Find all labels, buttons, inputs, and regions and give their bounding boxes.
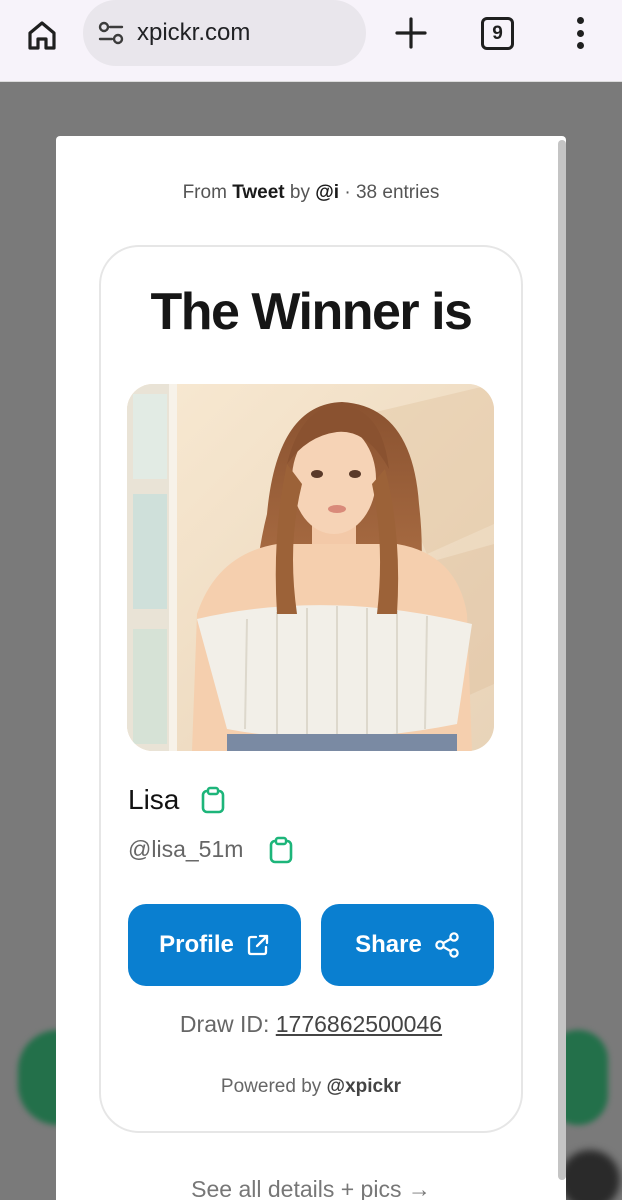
share-icon	[435, 932, 459, 958]
share-button-label: Share	[355, 931, 422, 958]
tab-switcher-button[interactable]: 9	[481, 17, 514, 50]
site-settings-icon[interactable]	[97, 19, 125, 47]
source-info: From Tweet by @i · 38 entries	[56, 182, 566, 204]
draw-id: Draw ID: 1776862500046	[99, 1011, 523, 1038]
entry-count: · 38 entries	[344, 182, 440, 203]
copy-handle-icon[interactable]	[268, 836, 294, 864]
profile-button-label: Profile	[159, 931, 234, 958]
source-user: @i	[315, 182, 340, 203]
source-by: by	[289, 182, 310, 203]
more-menu-icon[interactable]	[570, 14, 590, 52]
address-bar[interactable]: xpickr.com	[83, 0, 366, 66]
powered-by: Powered by @xpickr	[99, 1076, 523, 1098]
draw-id-link[interactable]: 1776862500046	[276, 1011, 442, 1037]
winner-name: Lisa	[128, 784, 180, 815]
background-avatar	[560, 1150, 620, 1200]
source-name: Tweet	[232, 182, 285, 203]
powered-prefix: Powered by	[220, 1076, 322, 1097]
share-button[interactable]: Share	[321, 904, 494, 986]
winner-photo	[127, 384, 494, 751]
tab-count: 9	[492, 22, 503, 44]
url-text: xpickr.com	[137, 19, 251, 46]
winner-heading: The Winner is	[150, 283, 473, 341]
see-all-details-link[interactable]: See all details + pics →	[56, 1176, 566, 1200]
external-link-icon	[247, 934, 268, 956]
winner-handle: @lisa_51m	[128, 836, 244, 862]
modal-scrollbar[interactable]	[558, 140, 566, 1180]
powered-brand-link[interactable]: @xpickr	[327, 1076, 402, 1097]
copy-name-icon[interactable]	[200, 786, 226, 814]
browser-toolbar: xpickr.com 9	[0, 0, 622, 82]
source-prefix: From	[182, 182, 227, 203]
home-icon[interactable]	[22, 15, 62, 55]
profile-button[interactable]: Profile	[128, 904, 301, 986]
new-tab-icon[interactable]	[392, 14, 430, 52]
draw-id-label: Draw ID:	[179, 1011, 270, 1037]
